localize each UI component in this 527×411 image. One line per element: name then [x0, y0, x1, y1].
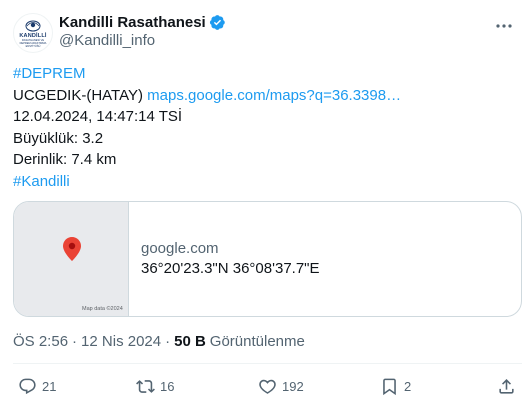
author-handle[interactable]: @Kandilli_info — [59, 32, 155, 49]
tweet-meta: ÖS 2:56 · 12 Nis 2024 · 50 B Görüntülenm… — [13, 333, 305, 350]
hashtag-deprem[interactable]: #DEPREM — [13, 65, 86, 82]
author-name-row: Kandilli Rasathanesi — [59, 13, 226, 32]
datetime-line: 12.04.2024, 14:47:14 TSİ — [13, 108, 183, 125]
views-label: Görüntülenme — [209, 333, 305, 350]
heart-icon — [259, 379, 276, 394]
map-pin-icon — [63, 237, 81, 261]
retweet-button[interactable]: 16 — [136, 372, 174, 400]
meta-separator: · — [165, 333, 171, 350]
bookmark-count: 2 — [404, 378, 412, 394]
meta-separator: · — [72, 333, 78, 350]
location-label: UCGEDIK-(HATAY) — [13, 86, 143, 104]
more-icon — [496, 24, 512, 28]
tweet[interactable]: KANDİLLİ RASATHANESİ VE DEPREM ARAŞTIRMA… — [0, 0, 527, 411]
like-count: 192 — [282, 378, 304, 394]
depth-line: Derinlik: 7.4 km — [13, 151, 117, 168]
magnitude-line: Büyüklük: 3.2 — [13, 129, 104, 147]
verified-badge-icon[interactable] — [209, 14, 226, 31]
retweet-icon — [136, 379, 155, 393]
bookmark-button[interactable]: 2 — [380, 372, 411, 400]
avatar-logo-subtext: RASATHANESİ VE DEPREM ARAŞTIRMA ENSTİTÜS… — [19, 39, 47, 48]
kandilli-logo-icon — [25, 20, 41, 32]
more-options-button[interactable] — [494, 16, 514, 36]
tweet-text: #DEPREM UCGEDIK-(HATAY) maps.google.com/… — [13, 63, 401, 192]
card-domain: google.com — [141, 240, 219, 257]
divider — [13, 363, 522, 364]
hashtag-kandilli[interactable]: #Kandilli — [13, 173, 70, 190]
share-icon — [499, 378, 514, 394]
tweet-date[interactable]: 12 Nis 2024 — [81, 333, 161, 350]
share-button[interactable] — [497, 372, 516, 400]
like-button[interactable]: 192 — [258, 372, 304, 400]
card-info[interactable]: google.com 36°20'23.3"N 36°08'37.7"E — [129, 202, 320, 316]
action-bar: 21 16 192 2 — [0, 372, 527, 400]
views-count: 50 B — [174, 333, 206, 350]
link-card[interactable]: Map data ©2024 google.com 36°20'23.3"N 3… — [13, 201, 522, 317]
reply-count: 21 — [42, 378, 57, 394]
bookmark-icon — [383, 378, 396, 395]
card-title: 36°20'23.3"N 36°08'37.7"E — [141, 260, 320, 277]
retweet-count: 16 — [160, 378, 175, 394]
map-thumbnail[interactable]: Map data ©2024 — [14, 202, 129, 316]
reply-icon — [19, 378, 36, 394]
reply-button[interactable]: 21 — [18, 372, 56, 400]
maps-link[interactable]: maps.google.com/maps?q=36.3398… — [147, 87, 401, 104]
tweet-time[interactable]: ÖS 2:56 — [13, 333, 68, 350]
avatar[interactable]: KANDİLLİ RASATHANESİ VE DEPREM ARAŞTIRMA… — [13, 13, 53, 53]
map-credit: Map data ©2024 — [82, 306, 123, 312]
author-display-name[interactable]: Kandilli Rasathanesi — [59, 14, 206, 31]
